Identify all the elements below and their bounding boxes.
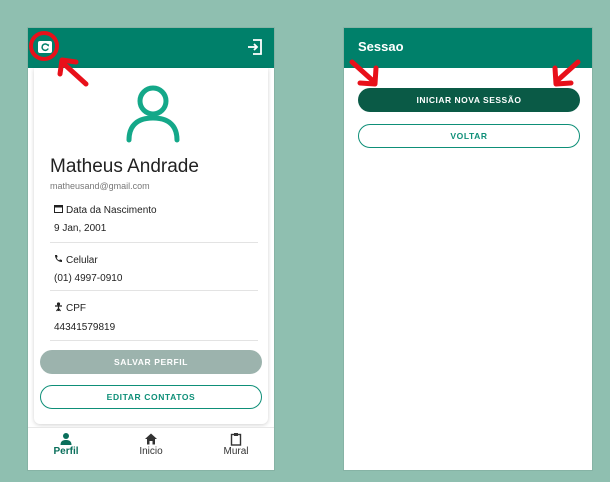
arrow-icon xyxy=(57,57,89,87)
arrow-icon xyxy=(552,59,581,87)
highlight-circle xyxy=(29,31,59,61)
arrow-icon xyxy=(349,59,379,87)
annotation-overlay xyxy=(29,31,581,87)
